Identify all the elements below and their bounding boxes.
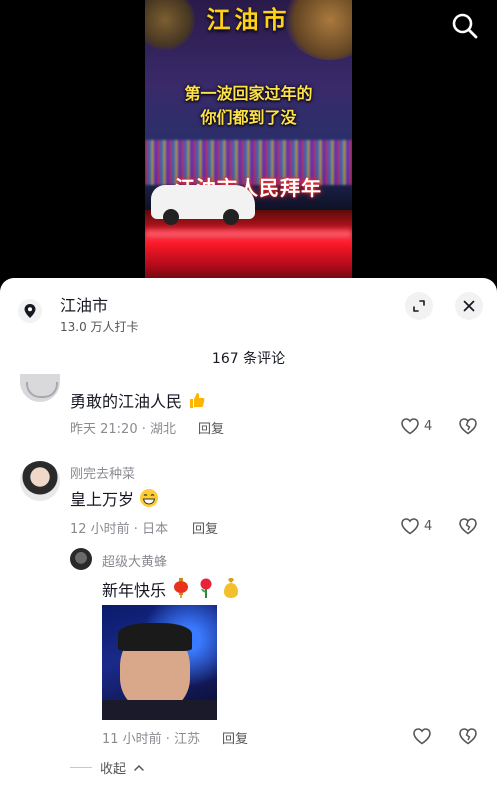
light-streak bbox=[145, 230, 352, 238]
comment-text: 皇上万岁 bbox=[70, 486, 159, 512]
heart-icon bbox=[401, 518, 419, 535]
reply-button[interactable]: 回复 bbox=[198, 418, 224, 437]
video-title-overlay: 江油市 bbox=[206, 6, 291, 34]
dislike-button[interactable] bbox=[458, 417, 478, 439]
avatar[interactable] bbox=[20, 374, 60, 402]
comment-meta: 12 小时前 · 日本 bbox=[70, 522, 169, 537]
heart-icon bbox=[401, 418, 419, 435]
location-checkins: 13.0 万人打卡 bbox=[60, 320, 139, 334]
broken-heart-icon bbox=[459, 728, 477, 745]
money-bag-emoji bbox=[221, 577, 241, 603]
like-count: 4 bbox=[424, 518, 433, 534]
like-count: 4 bbox=[424, 418, 433, 434]
broken-heart-icon bbox=[459, 518, 477, 535]
grin-emoji bbox=[139, 488, 159, 512]
person-hair bbox=[118, 623, 192, 651]
divider-line bbox=[70, 767, 92, 768]
dislike-button[interactable] bbox=[458, 517, 478, 539]
comment-meta: 昨天 21:20 · 湖北 bbox=[70, 422, 176, 437]
reply-button[interactable]: 回复 bbox=[222, 728, 248, 747]
comment-text: 勇敢的江油人民 bbox=[70, 388, 207, 414]
location-name[interactable]: 江油市 bbox=[60, 292, 108, 316]
search-icon[interactable] bbox=[451, 12, 479, 40]
comment-sheet: 江油市 13.0 万人打卡 167 条评论 勇敢的江油人民 昨天 21:20 ·… bbox=[0, 278, 497, 800]
broken-heart-icon bbox=[459, 418, 477, 435]
location-pin-icon bbox=[18, 299, 42, 323]
like-button[interactable]: 4 bbox=[400, 517, 432, 535]
like-button[interactable]: 4 bbox=[400, 417, 432, 435]
avatar[interactable] bbox=[20, 461, 60, 501]
video-subtitle-line2: 你们都到了没 bbox=[200, 108, 297, 127]
commenter-name[interactable]: 超级大黄蜂 bbox=[102, 551, 167, 570]
heart-icon bbox=[413, 728, 431, 745]
screen: 江油市 第一波回家过年的 你们都到了没 江油市人民拜年 江油市 13.0 万人打… bbox=[0, 0, 497, 800]
comment-text: 新年快乐 bbox=[102, 577, 241, 603]
expand-icon bbox=[413, 300, 425, 312]
car bbox=[151, 185, 255, 225]
collapse-replies-button[interactable]: 收起 bbox=[70, 758, 144, 777]
video-subtitle-line1: 第一波回家过年的 bbox=[184, 84, 313, 103]
close-button[interactable] bbox=[455, 292, 483, 320]
expand-button[interactable] bbox=[405, 292, 433, 320]
reply-image[interactable] bbox=[102, 605, 217, 720]
like-button[interactable] bbox=[412, 727, 432, 745]
close-icon bbox=[463, 300, 475, 312]
comment-meta: 11 小时前 · 江苏 bbox=[102, 732, 201, 747]
video-frame[interactable]: 江油市 第一波回家过年的 你们都到了没 江油市人民拜年 bbox=[145, 0, 352, 290]
thumbs-up-emoji bbox=[187, 390, 207, 414]
commenter-name[interactable]: 刚完去种菜 bbox=[70, 463, 135, 482]
person-shirt bbox=[102, 700, 217, 720]
comment-count: 167 条评论 bbox=[211, 351, 286, 367]
lantern-emoji bbox=[171, 577, 191, 603]
chevron-up-icon bbox=[134, 764, 144, 771]
collapse-label: 收起 bbox=[100, 762, 127, 777]
dislike-button[interactable] bbox=[458, 727, 478, 749]
avatar[interactable] bbox=[70, 548, 92, 570]
reply-button[interactable]: 回复 bbox=[192, 518, 218, 537]
video-player[interactable]: 江油市 第一波回家过年的 你们都到了没 江油市人民拜年 bbox=[0, 0, 497, 300]
rose-emoji bbox=[196, 577, 216, 603]
